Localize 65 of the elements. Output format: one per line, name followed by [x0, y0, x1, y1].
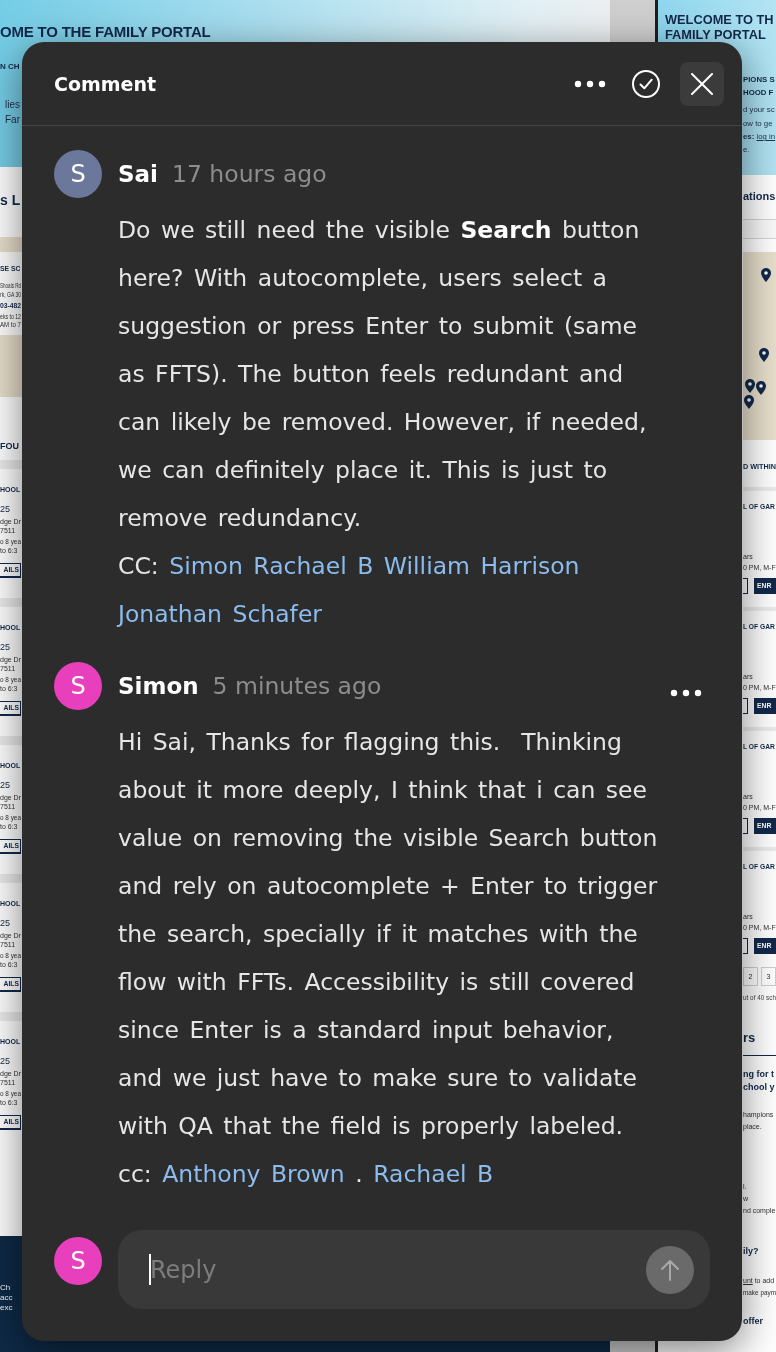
map-pin-icon	[744, 395, 754, 409]
mention-link[interactable]: William Harrison	[383, 552, 580, 580]
map-pin-icon	[745, 379, 755, 393]
page-heading: WELCOME TO TH	[665, 12, 774, 27]
timestamp: 5 minutes ago	[212, 672, 382, 700]
outline-button[interactable]	[743, 698, 748, 714]
arrow-up-icon	[660, 1258, 680, 1281]
footer-text: Ch	[0, 1283, 11, 1293]
cc-line: cc: Anthony Brown . Rachael B	[118, 1159, 495, 1190]
more-button[interactable]	[574, 79, 606, 88]
close-icon	[691, 72, 713, 95]
section-title: ations	[743, 189, 776, 203]
comment-text: Do we still need the visible Search button here? With autocomplete, users select a suggestion or press Enter to submit (same as FFTS). The button feels redundant and can likely be removed. However, if needed, we can definitely place it. This is just to remove redundancy.	[118, 215, 648, 534]
avatar: S	[54, 662, 102, 710]
footer-text: exc	[0, 1303, 13, 1313]
outline-button[interactable]	[743, 938, 748, 954]
reply-field[interactable]: Reply	[118, 1230, 710, 1309]
cc-line: CC: Simon Rachael B William Harrison Jonathan Schafer	[118, 551, 581, 630]
map-pin-icon	[759, 348, 769, 362]
comment-text: Hi Sai, Thanks for flagging this. Thinking about it more deeply, I think that i can see value on removing the visible Search button and rely on autocomplete + Enter to trigger the search, specially if it matches with the flow with FFTs. Accessibility is still covered since Enter is a standard input behavior, and we just have to make sure to validate with QA that the field is properly labeled.	[118, 727, 659, 1142]
card-separator	[0, 460, 22, 469]
distance-text: 25	[0, 779, 10, 791]
map-pin-icon	[761, 268, 771, 282]
card-separator	[0, 736, 22, 745]
card-separator	[0, 598, 22, 607]
close-button[interactable]	[680, 61, 724, 106]
avatar: S	[54, 1237, 102, 1285]
section-title: s L	[0, 191, 21, 210]
hero-title: N CH	[0, 62, 20, 72]
mention-link[interactable]: Rachael B	[253, 552, 374, 580]
distance-text: 25	[0, 1055, 10, 1067]
info-title: ng for t	[743, 1068, 774, 1080]
mention-link[interactable]: Anthony Brown	[162, 1160, 345, 1188]
panel-title: Comment	[54, 72, 157, 95]
more-icon	[670, 689, 702, 697]
mention-link[interactable]: Simon	[169, 552, 243, 580]
info-title: chool y	[743, 1081, 775, 1093]
distance-text: 25	[0, 503, 10, 515]
results-heading: FOU	[0, 441, 19, 451]
more-button[interactable]	[670, 689, 702, 697]
footer-text: acc	[0, 1293, 13, 1303]
check-circle-icon	[632, 69, 660, 98]
page-heading: OME TO THE FAMILY PORTAL	[0, 24, 211, 40]
mention-link[interactable]: Rachael B	[373, 1160, 494, 1188]
more-icon	[574, 79, 606, 88]
distance-text: 25	[0, 641, 10, 653]
card-separator	[0, 1012, 22, 1021]
input-field[interactable]	[743, 219, 776, 239]
map-pin-icon	[756, 381, 766, 395]
card-separator	[0, 874, 22, 883]
avatar: S	[54, 150, 102, 198]
outline-button[interactable]	[743, 578, 748, 594]
distance-text: 25	[0, 917, 10, 929]
resolve-button[interactable]	[632, 69, 660, 98]
section-title: rs	[743, 1029, 756, 1045]
offer-title: offer	[743, 1315, 763, 1327]
timestamp: 17 hours ago	[172, 160, 327, 188]
hero-text: lies	[4, 100, 20, 110]
question-text: ily?	[743, 1245, 759, 1257]
hero-text: Far	[4, 115, 20, 125]
mention-link[interactable]: Jonathan Schafer	[118, 600, 322, 628]
outline-button[interactable]	[743, 818, 748, 834]
page-heading: FAMILY PORTAL	[665, 27, 766, 42]
author-name: Sai	[118, 161, 158, 187]
author-name: Simon	[118, 673, 199, 699]
